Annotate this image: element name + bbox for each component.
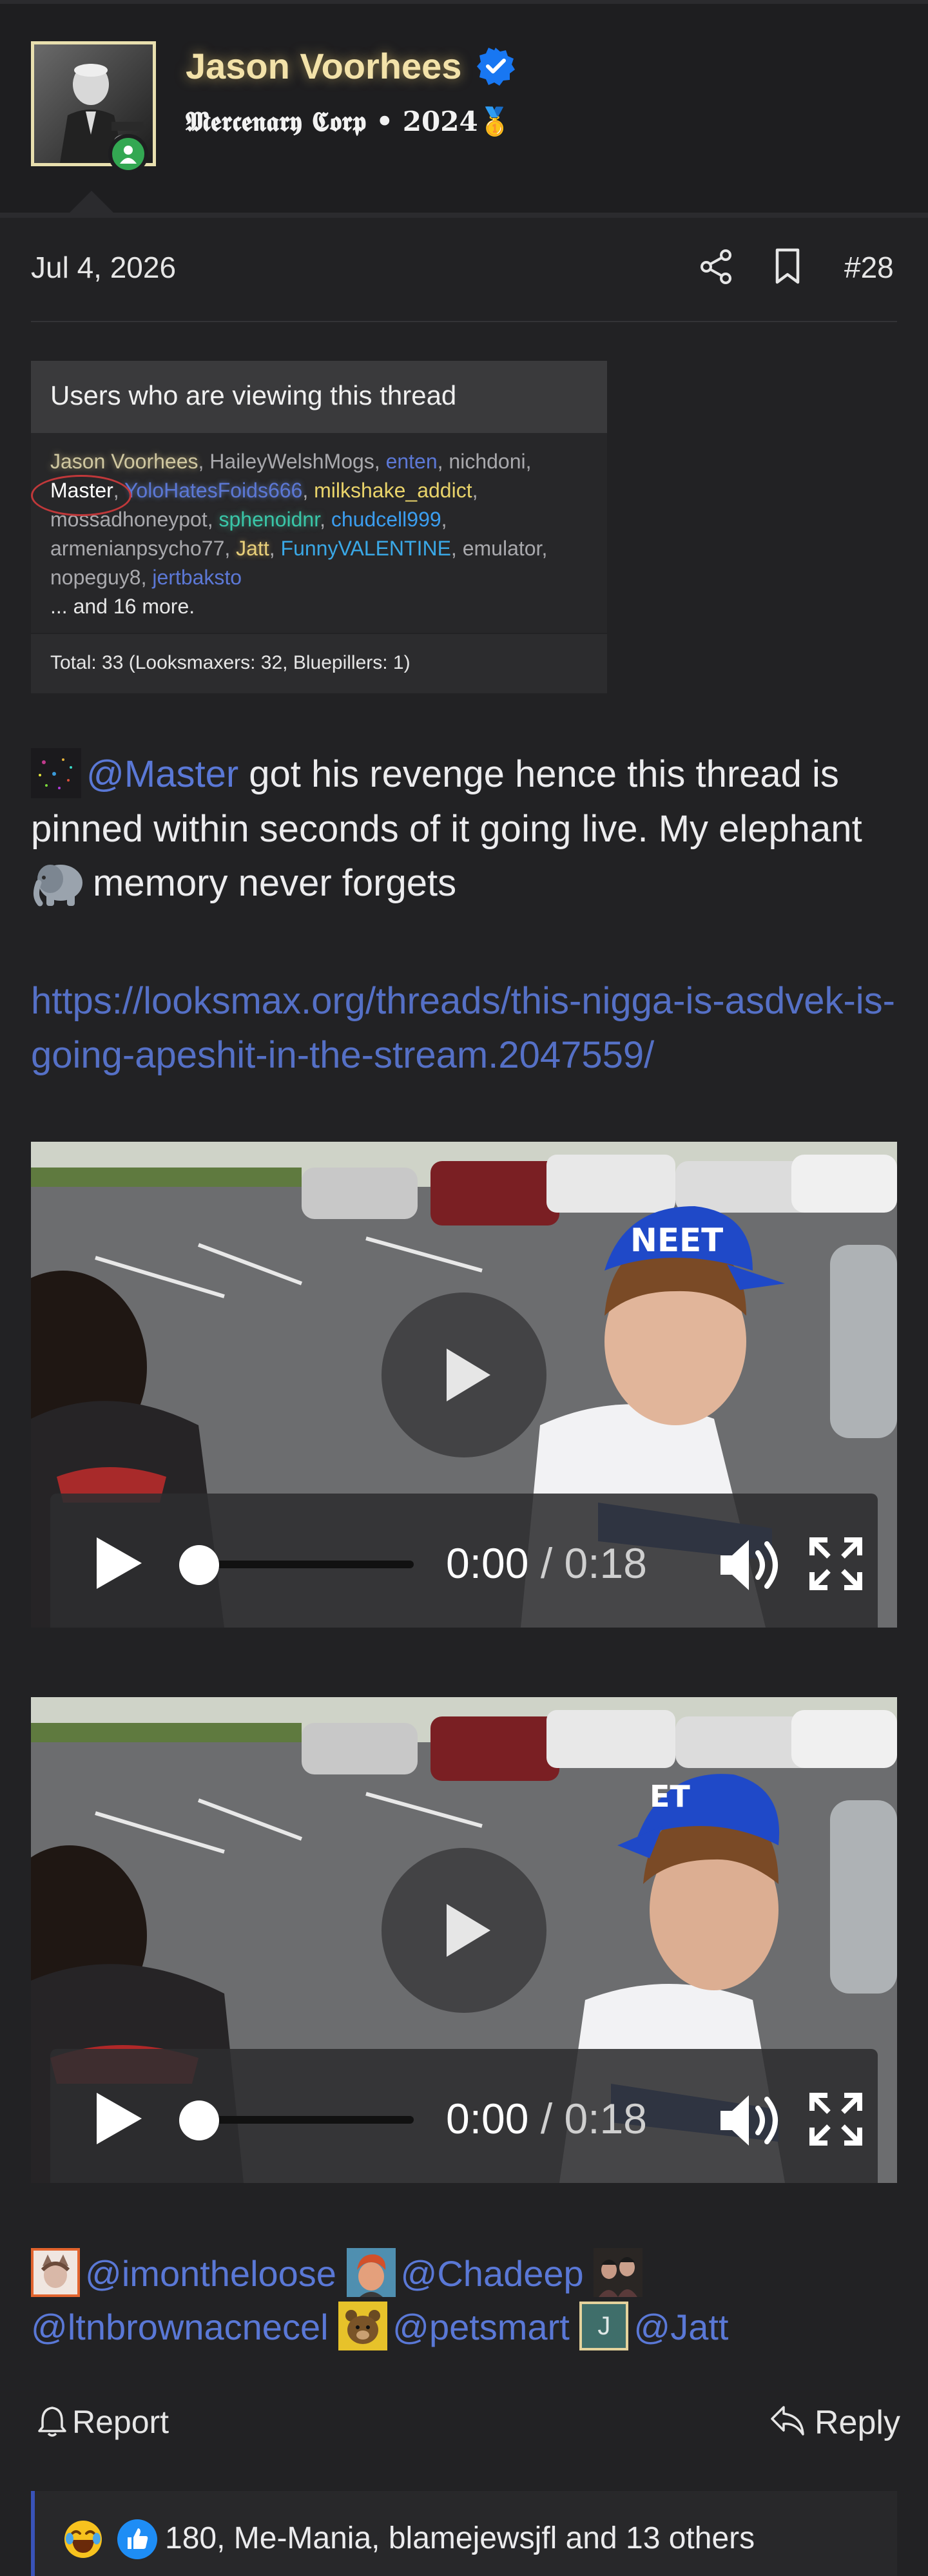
video-play-overlay[interactable] bbox=[382, 1293, 546, 1457]
video-player-1[interactable]: NEET 0:00 / 0:18 bbox=[31, 1142, 897, 1628]
video-controls: 0:00 / 0:18 bbox=[50, 1494, 878, 1628]
video-play-overlay[interactable] bbox=[382, 1848, 546, 2013]
online-status-icon bbox=[108, 134, 148, 174]
header-separator bbox=[0, 213, 928, 218]
header-pointer bbox=[70, 191, 113, 213]
viewer-link[interactable]: FunnyVALENTINE bbox=[281, 537, 451, 560]
post-page: { "author": { "name": "Jason Voorhees", … bbox=[0, 0, 928, 2576]
viewer-link[interactable]: sphenoidnr bbox=[219, 508, 320, 531]
viewer-link[interactable]: YoloHatesFoids666 bbox=[124, 479, 302, 502]
viewer-link[interactable]: emulator bbox=[463, 537, 542, 560]
post-date[interactable]: Jul 4, 2026 bbox=[31, 250, 176, 285]
verified-badge-icon bbox=[477, 48, 515, 86]
viewer-link[interactable]: nopeguy8 bbox=[50, 566, 141, 589]
tag-link[interactable]: @ltnbrownacnecel bbox=[31, 2307, 329, 2347]
tag-link[interactable]: @petsmart bbox=[392, 2307, 570, 2347]
viewer-link[interactable]: milkshake_addict bbox=[314, 479, 472, 502]
viewers-title: Users who are viewing this thread bbox=[31, 361, 607, 433]
viewers-box: Users who are viewing this thread Jason … bbox=[31, 361, 607, 693]
like-reaction-icon bbox=[117, 2519, 157, 2559]
fullscreen-icon[interactable] bbox=[808, 2091, 864, 2147]
reply-icon[interactable] bbox=[769, 2403, 806, 2438]
video-player-2[interactable]: ET 0:00 / 0:18 bbox=[31, 1697, 897, 2183]
reactions-summary[interactable]: 180, Me-Mania, blamejewsjfl and 13 other… bbox=[165, 2521, 755, 2556]
viewer-link[interactable]: HaileyWelshMogs bbox=[209, 450, 374, 473]
bookmark-icon[interactable] bbox=[768, 246, 807, 286]
play-icon[interactable] bbox=[85, 2088, 147, 2149]
video-seek-bar[interactable] bbox=[196, 2116, 414, 2124]
author-name[interactable]: Jason Voorhees bbox=[186, 45, 461, 87]
current-time: 0:00 bbox=[446, 1539, 529, 1587]
tag-avatar[interactable] bbox=[31, 2248, 80, 2298]
viewers-list: Jason Voorhees, HaileyWelshMogs, enten, … bbox=[31, 433, 607, 633]
laughing-emoji-icon bbox=[64, 2521, 102, 2558]
tag-avatar[interactable] bbox=[338, 2302, 388, 2351]
viewers-total: Total: 33 (Looksmaxers: 32, Bluepillers:… bbox=[31, 633, 607, 693]
viewer-link[interactable]: nichdoni bbox=[449, 450, 525, 473]
video-time: 0:00 / 0:18 bbox=[446, 1539, 647, 1588]
tag-link[interactable]: @Chadeep bbox=[401, 2253, 584, 2294]
time-separator: / bbox=[540, 1539, 553, 1587]
viewer-link[interactable]: enten bbox=[386, 450, 438, 473]
current-time: 0:00 bbox=[446, 2095, 529, 2142]
tag-link[interactable]: @Jatt bbox=[633, 2307, 728, 2347]
author-title: 𝕸𝖊𝖗𝖈𝖊𝖓𝖆𝖗𝖞 𝕮𝖔𝖗𝖕 • 2024🥇 bbox=[186, 106, 512, 137]
viewer-link[interactable]: chudcell999 bbox=[331, 508, 441, 531]
play-icon[interactable] bbox=[85, 1532, 147, 1594]
tag-avatar[interactable] bbox=[346, 2248, 396, 2298]
video-time: 0:00 / 0:18 bbox=[446, 2094, 647, 2143]
viewer-link[interactable]: Master bbox=[50, 479, 113, 502]
meta-divider bbox=[31, 321, 897, 322]
viewers-more: ... and 16 more. bbox=[50, 595, 195, 618]
svg-text:NEET: NEET bbox=[630, 1222, 723, 1259]
report-button[interactable]: Report bbox=[72, 2403, 169, 2441]
tagged-users: @imontheloose @Chadeep @ltnbrownacnecel … bbox=[31, 2247, 907, 2354]
viewer-link[interactable]: jertbaksto bbox=[152, 566, 242, 589]
svg-text:ET: ET bbox=[650, 1779, 690, 1814]
post-number[interactable]: #28 bbox=[844, 250, 894, 285]
volume-icon[interactable] bbox=[718, 1536, 785, 1594]
bell-icon[interactable] bbox=[37, 2405, 67, 2437]
mention-avatar[interactable] bbox=[31, 747, 81, 798]
thread-link[interactable]: https://looksmax.org/threads/this-nigga-… bbox=[31, 974, 907, 1082]
share-icon[interactable] bbox=[697, 247, 736, 286]
video-seek-bar[interactable] bbox=[196, 1561, 414, 1568]
elephant-icon bbox=[34, 865, 82, 907]
mention-link[interactable]: @Master bbox=[86, 753, 238, 795]
duration: 0:18 bbox=[564, 2095, 647, 2142]
post-text-2: memory never forgets bbox=[93, 861, 457, 904]
volume-icon[interactable] bbox=[718, 2091, 785, 2149]
tag-link[interactable]: @imontheloose bbox=[85, 2253, 336, 2294]
video-controls: 0:00 / 0:18 bbox=[50, 2049, 878, 2183]
tag-avatar-initial: J bbox=[597, 2312, 611, 2341]
post-body: @Master got his revenge hence this threa… bbox=[31, 747, 907, 911]
viewer-link[interactable]: armenianpsycho77 bbox=[50, 537, 224, 560]
time-separator: / bbox=[540, 2095, 553, 2142]
viewer-link[interactable]: Jason Voorhees bbox=[50, 450, 198, 473]
reply-button[interactable]: Reply bbox=[815, 2403, 900, 2442]
duration: 0:18 bbox=[564, 1539, 647, 1587]
reactions-bar[interactable]: 180, Me-Mania, blamejewsjfl and 13 other… bbox=[31, 2491, 897, 2576]
fullscreen-icon[interactable] bbox=[808, 1536, 864, 1591]
seek-handle[interactable] bbox=[179, 1545, 219, 1585]
tag-avatar[interactable] bbox=[594, 2248, 643, 2298]
viewer-link[interactable]: Jatt bbox=[236, 537, 269, 560]
author-header: Jason Voorhees 𝕸𝖊𝖗𝖈𝖊𝖓𝖆𝖗𝖞 𝕮𝖔𝖗𝖕 • 2024🥇 bbox=[0, 4, 928, 213]
seek-handle[interactable] bbox=[179, 2100, 219, 2140]
tag-avatar[interactable]: J bbox=[579, 2302, 629, 2351]
